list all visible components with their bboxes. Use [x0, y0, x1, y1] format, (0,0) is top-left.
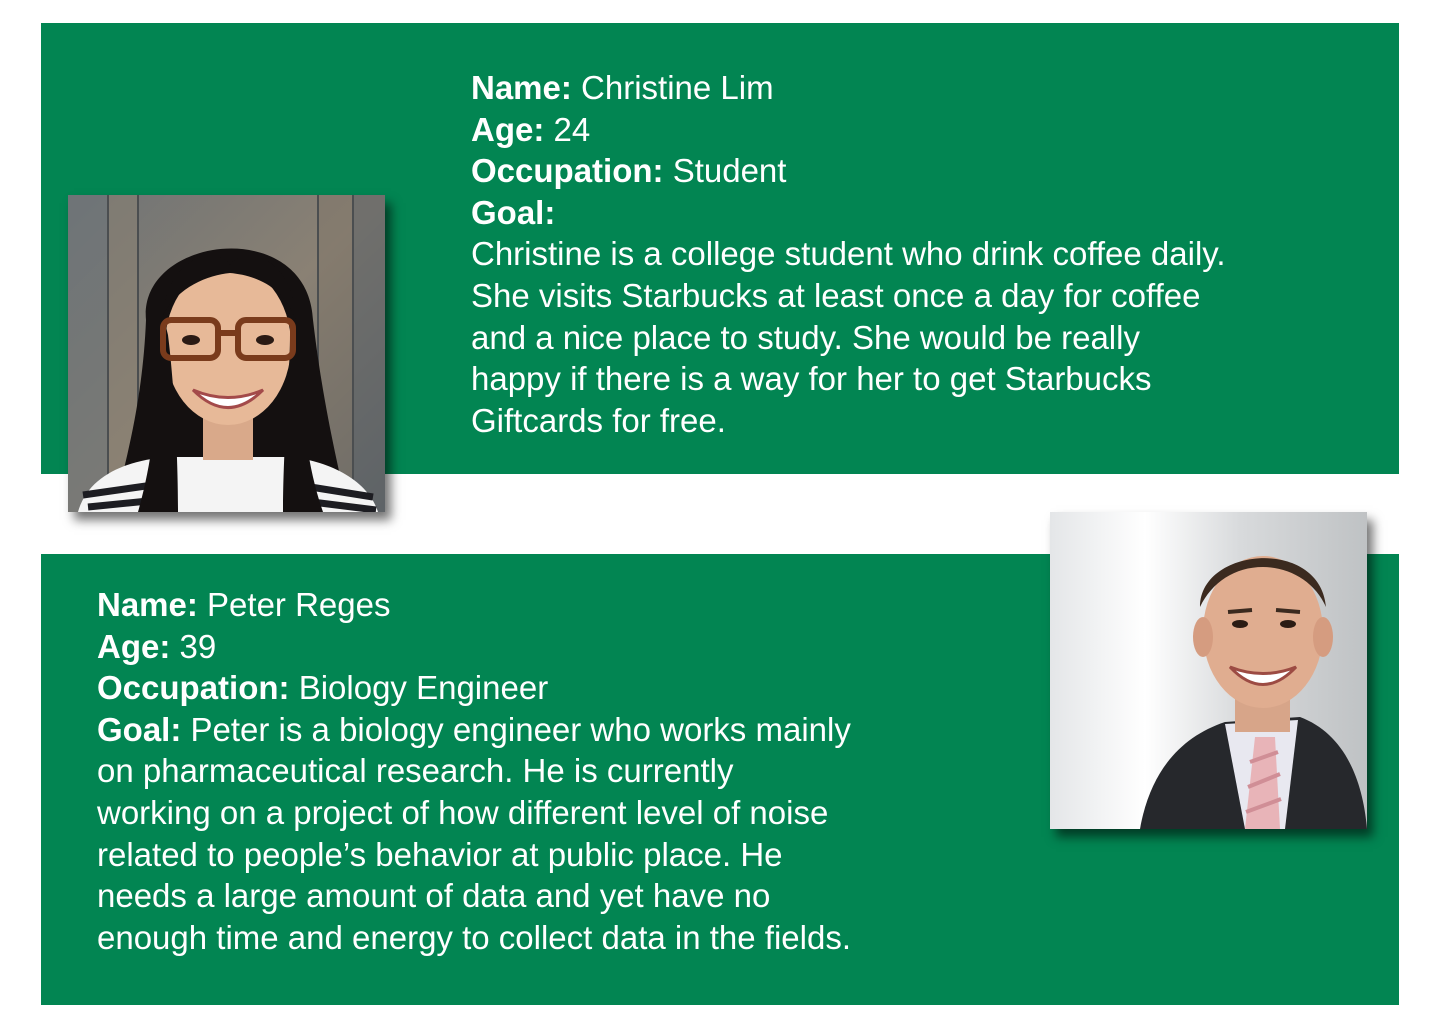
occupation-row: Occupation: Student — [471, 150, 1331, 192]
persona-info: Name: Peter Reges Age: 39 Occupation: Bi… — [97, 584, 957, 958]
age-label: Age: — [471, 110, 545, 148]
goal-text-line: working on a project of how different le… — [97, 793, 829, 831]
goal-text-line: Giftcards for free. — [471, 401, 726, 439]
age-row: Age: 24 — [471, 109, 1331, 151]
name-label: Name: — [97, 586, 198, 623]
goal-label: Goal: — [97, 710, 182, 748]
goal-text-line: enough time and energy to collect data i… — [97, 918, 851, 956]
age-value: 24 — [553, 110, 591, 148]
name-row: Name: Christine Lim — [471, 67, 1331, 109]
occupation-row: Occupation: Biology Engineer — [97, 667, 957, 709]
occupation-value: Biology Engineer — [298, 669, 549, 707]
goal-text-line: She visits Starbucks at least once a day… — [471, 276, 1201, 314]
goal-text-line: needs a large amount of data and yet hav… — [97, 877, 771, 915]
age-row: Age: 39 — [97, 626, 957, 668]
name-value: Peter Reges — [207, 586, 391, 623]
occupation-label: Occupation: — [97, 669, 290, 707]
portrait-photo-man-icon — [1050, 512, 1367, 829]
name-row: Name: Peter Reges — [97, 584, 957, 626]
goal-row: Goal: Peter is a biology engineer who wo… — [97, 709, 957, 751]
name-label: Name: — [471, 69, 572, 106]
goal-text-line: related to people’s behavior at public p… — [97, 835, 783, 873]
goal-text-line: on pharmaceutical research. He is curren… — [97, 752, 734, 790]
name-value: Christine Lim — [581, 69, 774, 106]
occupation-value: Student — [672, 152, 787, 190]
occupation-label: Occupation: — [471, 152, 664, 190]
persona-info: Name: Christine Lim Age: 24 Occupation: … — [471, 67, 1331, 441]
goal-text-line: and a nice place to study. She would be … — [471, 318, 1140, 356]
age-value: 39 — [179, 627, 217, 665]
portrait-photo-woman-icon — [68, 195, 385, 512]
age-label: Age: — [97, 627, 171, 665]
goal-label: Goal: — [471, 193, 556, 231]
goal-text-line: Christine is a college student who drink… — [471, 235, 1226, 273]
goal-text-line: happy if there is a way for her to get S… — [471, 360, 1152, 398]
goal-text-line: Peter is a biology engineer who works ma… — [190, 710, 851, 748]
